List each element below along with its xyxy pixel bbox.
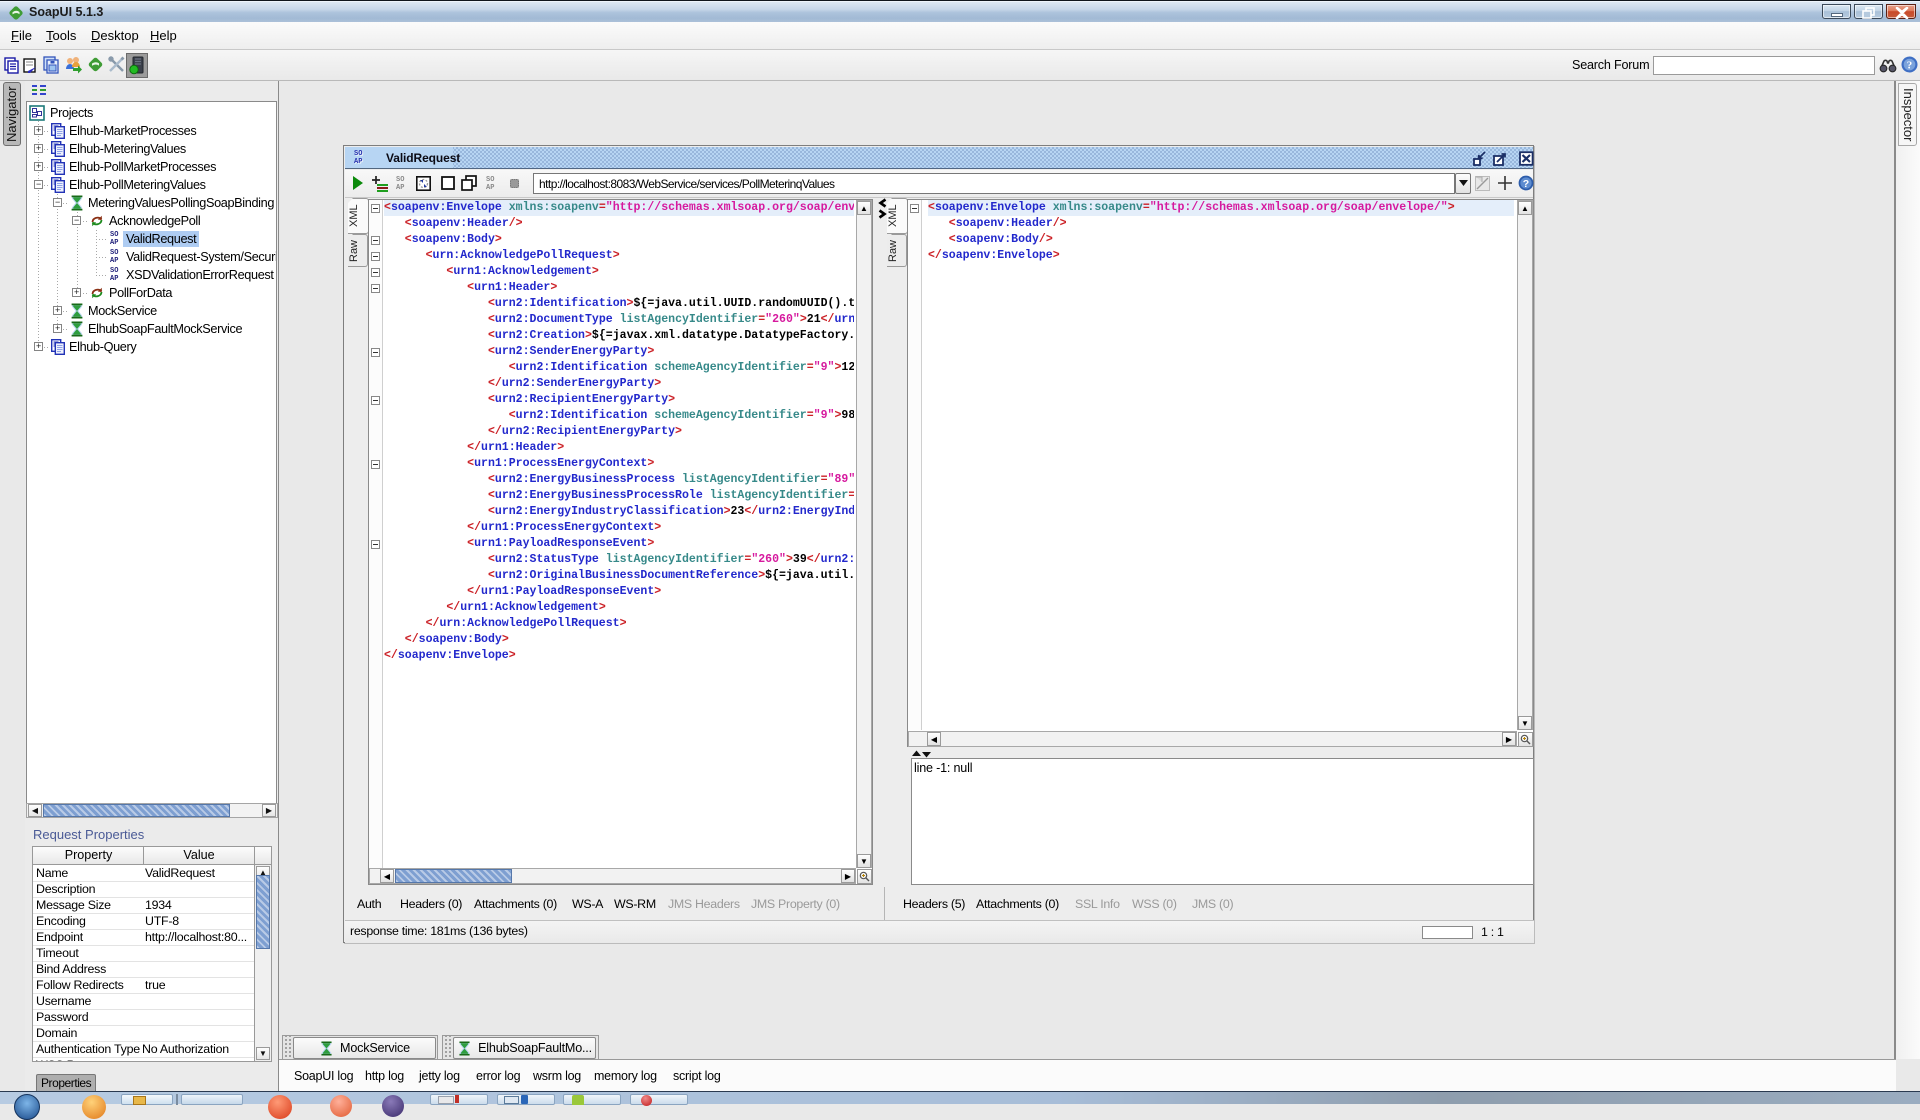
svg-text:?: ? <box>1523 178 1529 190</box>
svg-text:?: ? <box>1907 60 1913 72</box>
